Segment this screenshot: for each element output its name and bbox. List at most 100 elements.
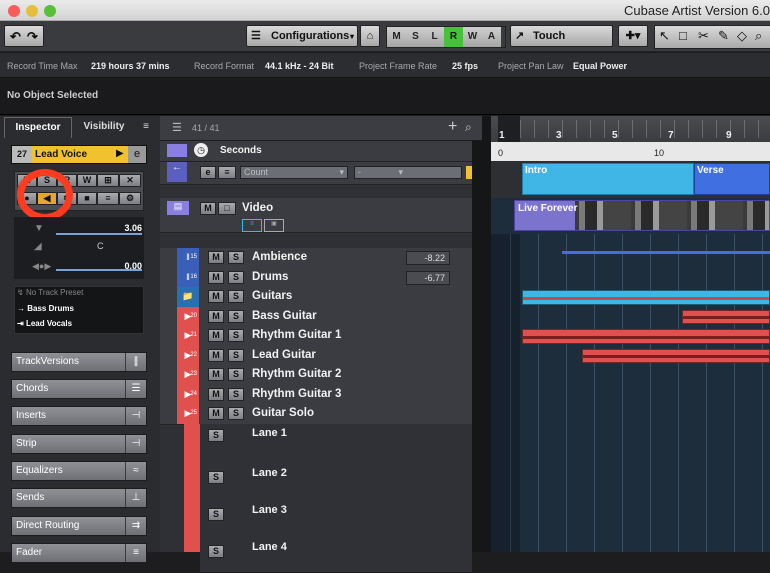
mode-r-button[interactable]: R: [444, 27, 464, 47]
section-strip[interactable]: Strip ⊣: [11, 434, 147, 454]
video-track[interactable]: ▤ M □ Video ≡ ▣: [160, 198, 482, 233]
ruler-track[interactable]: ◷ Seconds: [160, 141, 482, 162]
video-thumbnail-icon[interactable]: ≡: [242, 219, 262, 232]
section-equalizers[interactable]: Equalizers ≈: [11, 461, 147, 481]
solo-button[interactable]: S: [228, 329, 244, 342]
mute-button[interactable]: M: [208, 290, 224, 303]
close-window-button[interactable]: [8, 5, 20, 17]
mode-w-button[interactable]: W: [463, 27, 483, 47]
tab-visibility[interactable]: Visibility: [72, 117, 136, 137]
pointer-tool-icon[interactable]: ↖: [659, 28, 670, 44]
mute-button[interactable]: M: [208, 329, 224, 342]
track-preset[interactable]: ↯ No Track Preset: [17, 288, 141, 301]
track-row[interactable]: ▶ 24 M S Rhythm Guitar 3: [160, 384, 482, 405]
lane-solo-button[interactable]: S: [208, 544, 224, 558]
track-volume[interactable]: -8.22: [406, 251, 450, 265]
arrange-divider[interactable]: [482, 116, 491, 552]
write-button[interactable]: W: [77, 174, 97, 187]
video-mute-button[interactable]: M: [200, 202, 216, 215]
gear-icon[interactable]: ⚙: [119, 192, 141, 205]
track-row[interactable]: ▶ 21 M S Rhythm Guitar 1: [160, 326, 482, 347]
crossfade-icon[interactable]: ✕: [119, 174, 141, 187]
mode-s-button[interactable]: S: [406, 27, 426, 47]
track-row[interactable]: ▶ 22 M S Lead Guitar: [160, 345, 482, 366]
track-row[interactable]: ‖ 16 M S Drums -6.77: [160, 267, 482, 288]
section-trackversions[interactable]: TrackVersions ∥: [11, 352, 147, 372]
zoom-tool-icon[interactable]: ⌕: [755, 28, 762, 44]
video-lock-icon[interactable]: □: [218, 202, 236, 215]
mute-button[interactable]: M: [208, 251, 224, 264]
marker-intro[interactable]: Intro: [522, 163, 694, 195]
pan-value[interactable]: C: [97, 241, 104, 251]
track-row[interactable]: ▶ 20 M S Bass Guitar: [160, 306, 482, 327]
ambience-part[interactable]: [562, 251, 770, 254]
mute-button[interactable]: M: [208, 309, 224, 323]
mute-button[interactable]: M: [208, 387, 224, 401]
marker-cycle-select[interactable]: - ▾: [354, 166, 462, 179]
mute-button[interactable]: M: [208, 368, 224, 381]
erase-tool-icon[interactable]: ◇: [737, 28, 747, 44]
home-button[interactable]: ⌂: [360, 25, 380, 47]
ruler[interactable]: 1 3 5 7 9 0 10: [482, 116, 770, 161]
audio-event[interactable]: [522, 329, 770, 344]
lane-row[interactable]: S Lane 3: [200, 497, 472, 536]
lock-icon[interactable]: ■: [77, 192, 97, 205]
minimize-window-button[interactable]: [26, 5, 38, 17]
pan-law-value[interactable]: Equal Power: [573, 61, 627, 71]
range-tool-icon[interactable]: □: [679, 28, 687, 43]
track-row[interactable]: ▶ 25 M S Guitar Solo: [160, 404, 482, 425]
solo-button[interactable]: S: [228, 407, 244, 420]
split-tool-icon[interactable]: ✂: [698, 28, 709, 44]
mute-button[interactable]: M: [208, 348, 224, 362]
video-clip[interactable]: Live Forever: [514, 200, 770, 231]
solo-button[interactable]: S: [228, 251, 244, 264]
lane-row[interactable]: S Lane 1: [200, 423, 472, 462]
solo-button[interactable]: S: [228, 348, 244, 362]
volume-slider[interactable]: [56, 233, 142, 235]
frame-rate-value[interactable]: 25 fps: [452, 61, 478, 71]
lanes-icon[interactable]: ≡: [97, 192, 119, 205]
mode-m-button[interactable]: M: [387, 27, 407, 47]
inspector-track-header[interactable]: 27 Lead Voice ▶ e: [11, 145, 147, 164]
search-icon[interactable]: ⌕: [465, 120, 472, 135]
track-volume[interactable]: -6.77: [406, 270, 450, 285]
marker-count-select[interactable]: Count ▾: [240, 166, 348, 179]
solo-button[interactable]: S: [228, 387, 244, 401]
record-time-max-value[interactable]: 219 hours 37 mins: [91, 61, 170, 71]
section-sends[interactable]: Sends ⊥: [11, 488, 147, 508]
undo-icon[interactable]: ↶: [10, 26, 21, 47]
section-direct-routing[interactable]: Direct Routing ⇉: [11, 516, 147, 536]
marker-settings-icon[interactable]: e: [200, 166, 216, 179]
mode-a-button[interactable]: A: [482, 27, 501, 47]
marker-track[interactable]: ← e ≡ Count ▾ - ▾: [160, 162, 482, 185]
track-row[interactable]: ‖ 15 M S Ambience -8.22: [160, 248, 482, 269]
track-row[interactable]: ▶ 23 M S Rhythm Guitar 2: [160, 365, 482, 386]
output-routing[interactable]: ⇥ Lead Vocals: [17, 319, 141, 332]
edit-channel-icon[interactable]: e: [128, 146, 146, 163]
track-list-scrollbar[interactable]: [472, 141, 482, 552]
zoom-window-button[interactable]: [44, 5, 56, 17]
tab-inspector[interactable]: Inspector: [4, 117, 72, 138]
marker-verse[interactable]: Verse: [694, 163, 770, 195]
solo-button[interactable]: S: [228, 309, 244, 323]
lane-solo-button[interactable]: S: [208, 428, 224, 442]
redo-icon[interactable]: ↷: [27, 26, 38, 47]
lane-row[interactable]: S Lane 2: [200, 460, 472, 499]
lane-row[interactable]: S Lane 4: [200, 534, 472, 573]
lane-solo-button[interactable]: S: [208, 470, 224, 484]
folder-part[interactable]: [522, 290, 770, 305]
folder-track-row[interactable]: 📁 M S Guitars: [160, 287, 482, 308]
mode-l-button[interactable]: L: [425, 27, 445, 47]
inspector-menu-icon[interactable]: ≡: [138, 117, 154, 137]
track-settings-icon[interactable]: ⊞: [97, 174, 119, 187]
record-format-value[interactable]: 44.1 kHz - 24 Bit: [265, 61, 334, 71]
pencil-tool-icon[interactable]: ✎: [718, 28, 729, 44]
snap-mode-button[interactable]: ✚▾: [618, 25, 648, 47]
mute-button[interactable]: M: [208, 407, 224, 420]
solo-button[interactable]: S: [228, 270, 244, 284]
add-track-button[interactable]: +: [448, 118, 457, 136]
configurations-button[interactable]: ☰ Configurations ▾: [246, 25, 358, 47]
section-fader[interactable]: Fader ≡: [11, 543, 147, 563]
section-inserts[interactable]: Inserts ⊣: [11, 406, 147, 426]
solo-button[interactable]: S: [228, 368, 244, 381]
